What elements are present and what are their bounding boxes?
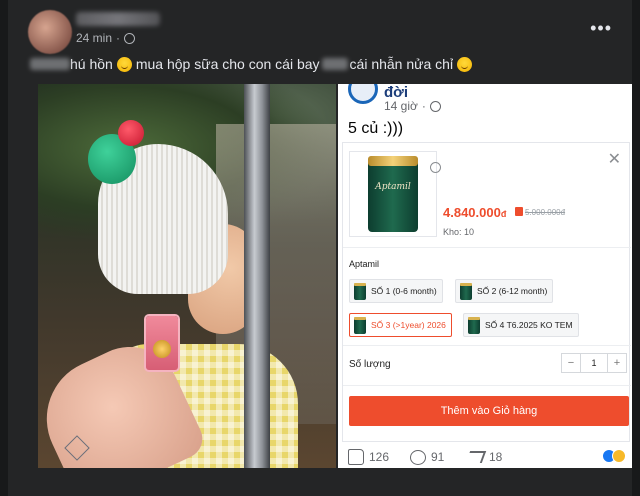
divider <box>343 345 631 346</box>
product-old-price: 5.000.000đ <box>525 208 566 217</box>
photo-gold-ring-card <box>146 316 178 370</box>
redacted-text <box>321 58 348 70</box>
photo-pole <box>244 84 270 468</box>
post-meta: 24 min · <box>76 31 136 45</box>
variant-option-1[interactable]: SỐ 1 (0-6 month) <box>349 279 443 303</box>
discount-tag-icon <box>515 207 523 216</box>
formula-can <box>368 158 418 232</box>
quantity-decrease-button[interactable]: − <box>562 354 580 372</box>
post-caption: hú hồn mua hộp sữa cho con cái bay cái n… <box>30 56 476 72</box>
author-avatar[interactable] <box>28 10 72 54</box>
redacted-text <box>30 58 70 70</box>
embedded-post-text: 5 củ :))) <box>348 120 404 137</box>
quantity-label: Số lượng <box>349 359 391 370</box>
product-price: 4.840.000đ <box>443 205 507 220</box>
add-to-cart-button[interactable]: Thêm vào Giỏ hàng <box>349 396 629 426</box>
like-icon <box>348 449 364 465</box>
more-options-icon[interactable]: ••• <box>590 18 612 39</box>
smile-emoji-icon <box>457 56 473 72</box>
caption-part-1: hú hồn <box>70 56 113 72</box>
embedded-post-meta: 14 giờ · <box>384 99 441 113</box>
post-photo[interactable] <box>38 84 336 468</box>
globe-icon <box>124 32 136 44</box>
page-avatar <box>348 84 378 104</box>
facebook-post: 24 min · ••• hú hồn mua hộp sữa cho con … <box>0 0 640 496</box>
variant-option-4[interactable]: SỐ 4 T6.2025 KO TEM <box>463 313 579 337</box>
zoom-icon <box>430 162 441 173</box>
globe-icon <box>429 100 441 112</box>
product-image: Aptamil <box>349 151 441 237</box>
haha-reaction-icon <box>612 449 626 463</box>
variant-option-3[interactable]: SỐ 3 (>1year) 2026 <box>349 313 452 337</box>
divider <box>343 247 631 248</box>
post-time[interactable]: 24 min <box>76 31 112 45</box>
quantity-stepper[interactable]: − 1 + <box>561 353 627 373</box>
variant-thumb-icon <box>354 316 366 334</box>
product-stock: Kho: 10 <box>443 227 475 237</box>
caption-part-3: cái nhẫn nửa chỉ <box>349 56 454 72</box>
like-count[interactable]: 126 <box>348 449 389 465</box>
share-count[interactable]: 18 <box>465 450 502 464</box>
comment-count[interactable]: 91 <box>410 449 444 465</box>
variant-thumb-icon <box>354 282 366 300</box>
divider <box>343 385 631 386</box>
quantity-value[interactable]: 1 <box>580 354 608 372</box>
photo-pompom <box>118 120 144 146</box>
product-sheet: Aptamil ✕ 4.840.000đ 5.000.000đ Kho: 10 … <box>342 142 631 442</box>
smile-emoji-icon <box>116 56 132 72</box>
formula-can-lid <box>368 156 418 166</box>
variant-group-label: Aptamil <box>349 259 380 269</box>
comment-icon <box>410 449 426 465</box>
reaction-bar: 126 91 18 <box>338 446 632 468</box>
can-label: Aptamil <box>375 182 411 192</box>
reaction-badges[interactable] <box>602 449 626 463</box>
variant-thumb-icon <box>468 316 480 334</box>
author-name-redacted <box>76 12 160 26</box>
embedded-post-time: 14 giờ <box>384 99 418 113</box>
variant-option-2[interactable]: SỐ 2 (6-12 month) <box>455 279 554 303</box>
quantity-increase-button[interactable]: + <box>608 354 626 372</box>
close-icon[interactable]: ✕ <box>608 149 621 169</box>
embedded-screenshot[interactable]: đời 14 giờ · 5 củ :))) Aptamil ✕ 4.840.0… <box>338 84 632 468</box>
variant-thumb-icon <box>460 282 472 300</box>
share-icon <box>465 451 487 463</box>
caption-part-2: mua hộp sữa cho con cái bay <box>135 56 320 72</box>
